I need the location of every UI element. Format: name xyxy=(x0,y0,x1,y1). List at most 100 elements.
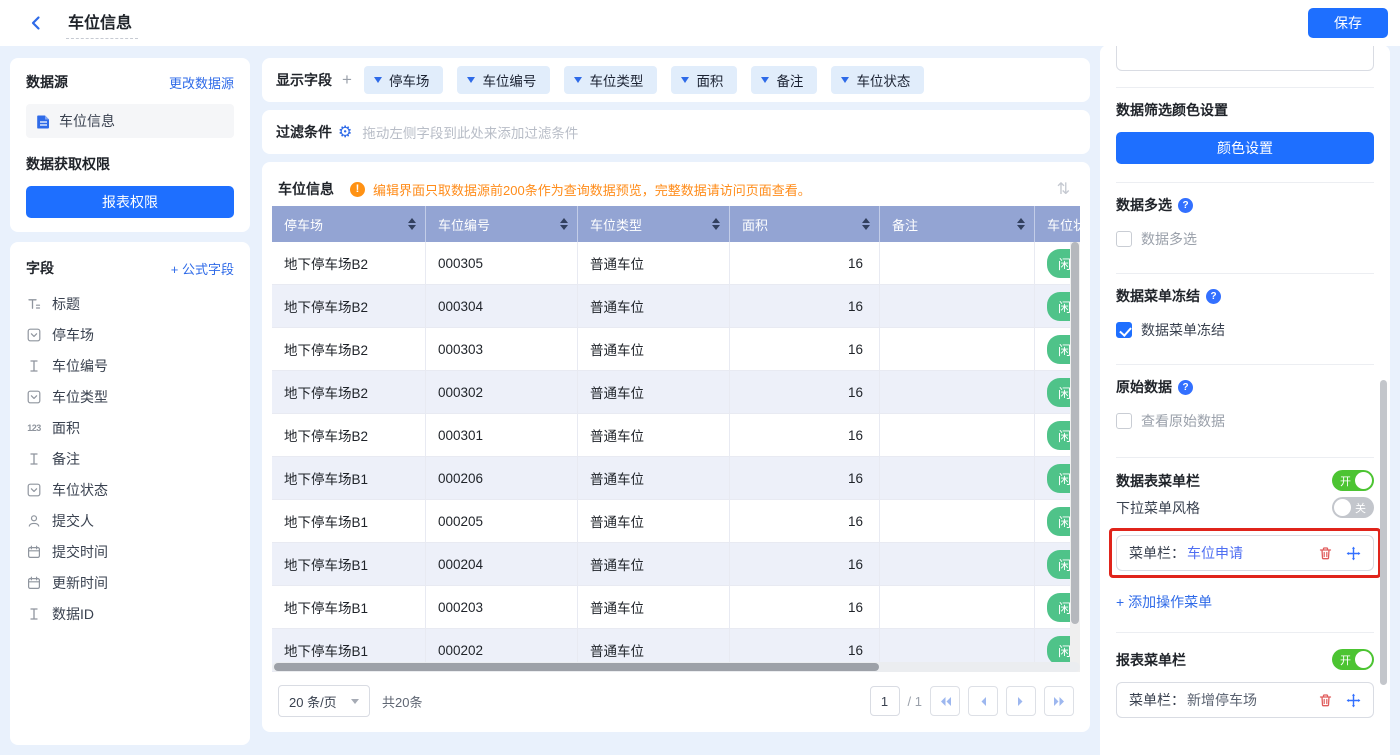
vertical-scrollbar[interactable] xyxy=(1070,242,1080,672)
chevron-down-icon xyxy=(467,77,475,83)
sort-caret-icon[interactable] xyxy=(408,218,416,230)
save-button[interactable]: 保存 xyxy=(1308,8,1388,38)
table-row[interactable]: 地下停车场B1000206普通车位16闲置 xyxy=(272,457,1080,500)
help-icon[interactable]: ? xyxy=(1178,380,1193,395)
table-row[interactable]: 地下停车场B1000203普通车位16闲置 xyxy=(272,586,1080,629)
menubar-value[interactable]: 车位申请 xyxy=(1187,543,1243,563)
field-item[interactable]: 停车场 xyxy=(26,319,234,350)
checkbox-checked-icon[interactable] xyxy=(1116,322,1132,338)
field-item[interactable]: 车位类型 xyxy=(26,381,234,412)
field-item[interactable]: 标题 xyxy=(26,288,234,319)
table-cell: 000203 xyxy=(426,586,578,629)
text-icon xyxy=(26,452,42,466)
display-field-chip[interactable]: 面积 xyxy=(671,66,737,94)
display-field-chip[interactable]: 车位状态 xyxy=(831,66,924,94)
last-page-button[interactable] xyxy=(1044,686,1074,716)
panel-scrollbar-thumb[interactable] xyxy=(1380,380,1387,685)
gear-icon[interactable]: ⚙ xyxy=(338,122,352,142)
color-setting-button[interactable]: 颜色设置 xyxy=(1116,132,1374,164)
field-item-label: 停车场 xyxy=(52,325,94,345)
raw-data-checkbox-row[interactable]: 查看原始数据 xyxy=(1116,411,1374,431)
table-cell xyxy=(880,543,1035,586)
display-field-chip[interactable]: 停车场 xyxy=(364,66,444,94)
menu-freeze-checkbox-row[interactable]: 数据菜单冻结 xyxy=(1116,320,1374,340)
table-cell: 000304 xyxy=(426,285,578,328)
change-datasource-link[interactable]: 更改数据源 xyxy=(169,73,234,92)
table-menubar-toggle[interactable]: 开 xyxy=(1332,470,1374,491)
table-cell: 普通车位 xyxy=(578,285,730,328)
table-cell: 普通车位 xyxy=(578,586,730,629)
field-item[interactable]: 123面积 xyxy=(26,412,234,443)
display-field-chip[interactable]: 车位编号 xyxy=(457,66,550,94)
field-item[interactable]: 车位状态 xyxy=(26,474,234,505)
page-input[interactable]: 1 xyxy=(870,686,900,716)
column-header[interactable]: 面积 xyxy=(730,206,880,242)
field-item[interactable]: 车位编号 xyxy=(26,350,234,381)
page-title[interactable]: 车位信息 xyxy=(66,7,138,39)
pagination-bar: 20 条/页 共20条 1 / 1 xyxy=(272,684,1080,718)
checkbox-unchecked-icon[interactable] xyxy=(1116,231,1132,247)
table-cell: 地下停车场B1 xyxy=(272,586,426,629)
column-header[interactable]: 停车场 xyxy=(272,206,426,242)
page-size-select[interactable]: 20 条/页 xyxy=(278,685,370,717)
column-header[interactable]: 车位类型 xyxy=(578,206,730,242)
datasource-item[interactable]: 车位信息 xyxy=(26,104,234,138)
next-page-button[interactable] xyxy=(1006,686,1036,716)
report-permission-button[interactable]: 报表权限 xyxy=(26,186,234,218)
field-item[interactable]: 更新时间 xyxy=(26,567,234,598)
sort-caret-icon[interactable] xyxy=(862,218,870,230)
menubar-item[interactable]: 菜单栏： 车位申请 xyxy=(1116,535,1374,571)
trash-icon[interactable] xyxy=(1318,546,1333,561)
table-row[interactable]: 地下停车场B2000305普通车位16闲置 xyxy=(272,242,1080,285)
field-item[interactable]: 数据ID xyxy=(26,598,234,629)
table-row[interactable]: 地下停车场B1000204普通车位16闲置 xyxy=(272,543,1080,586)
chevron-down-icon xyxy=(681,77,689,83)
report-menubar-item[interactable]: 菜单栏： 新增停车场 xyxy=(1116,682,1374,718)
display-fields-bar: 显示字段 + 停车场车位编号车位类型面积备注车位状态 xyxy=(262,58,1090,102)
field-item[interactable]: 备注 xyxy=(26,443,234,474)
sort-caret-icon[interactable] xyxy=(712,218,720,230)
chevron-down-icon xyxy=(574,77,582,83)
add-action-menu-link[interactable]: + 添加操作菜单 xyxy=(1116,592,1212,612)
checkbox-unchecked-icon[interactable] xyxy=(1116,413,1132,429)
table-cell: 16 xyxy=(730,543,880,586)
chevron-left-icon xyxy=(979,696,987,707)
trash-icon[interactable] xyxy=(1318,693,1333,708)
column-header[interactable]: 车位状态 xyxy=(1035,206,1080,242)
table-row[interactable]: 地下停车场B1000205普通车位16闲置 xyxy=(272,500,1080,543)
display-field-chip[interactable]: 备注 xyxy=(751,66,817,94)
field-item[interactable]: 提交时间 xyxy=(26,536,234,567)
move-icon[interactable] xyxy=(1346,546,1361,561)
column-header[interactable]: 备注 xyxy=(880,206,1035,242)
table-row[interactable]: 地下停车场B2000304普通车位16闲置 xyxy=(272,285,1080,328)
table-row[interactable]: 地下停车场B2000303普通车位16闲置 xyxy=(272,328,1080,371)
multi-select-checkbox-row[interactable]: 数据多选 xyxy=(1116,229,1374,249)
table-title: 车位信息 xyxy=(278,179,334,199)
dropdown-style-toggle[interactable]: 关 xyxy=(1332,497,1374,518)
display-field-chip[interactable]: 车位类型 xyxy=(564,66,657,94)
horizontal-scrollbar-thumb[interactable] xyxy=(274,663,879,671)
chip-label: 停车场 xyxy=(389,70,430,90)
move-icon[interactable] xyxy=(1346,693,1361,708)
vertical-scrollbar-thumb[interactable] xyxy=(1071,242,1079,624)
sort-caret-icon[interactable] xyxy=(1017,218,1025,230)
table-row[interactable]: 地下停车场B2000302普通车位16闲置 xyxy=(272,371,1080,414)
add-formula-field-link[interactable]: + 公式字段 xyxy=(171,259,234,278)
column-header-label: 车位状态 xyxy=(1047,215,1080,234)
report-menubar-value[interactable]: 新增停车场 xyxy=(1187,690,1257,710)
horizontal-scrollbar[interactable] xyxy=(272,662,1080,672)
help-icon[interactable]: ? xyxy=(1178,198,1193,213)
filter-dropzone-placeholder[interactable]: 拖动左侧字段到此处来添加过滤条件 xyxy=(362,122,578,142)
table-row[interactable]: 地下停车场B2000301普通车位16闲置 xyxy=(272,414,1080,457)
sort-icon[interactable]: ⇅ xyxy=(1053,179,1074,199)
sort-caret-icon[interactable] xyxy=(560,218,568,230)
back-button[interactable] xyxy=(22,9,50,37)
field-item[interactable]: 提交人 xyxy=(26,505,234,536)
table-cell: 000206 xyxy=(426,457,578,500)
add-display-field-button[interactable]: + xyxy=(342,70,352,90)
help-icon[interactable]: ? xyxy=(1206,289,1221,304)
column-header[interactable]: 车位编号 xyxy=(426,206,578,242)
prev-page-button[interactable] xyxy=(968,686,998,716)
report-menubar-toggle[interactable]: 开 xyxy=(1332,649,1374,670)
first-page-button[interactable] xyxy=(930,686,960,716)
